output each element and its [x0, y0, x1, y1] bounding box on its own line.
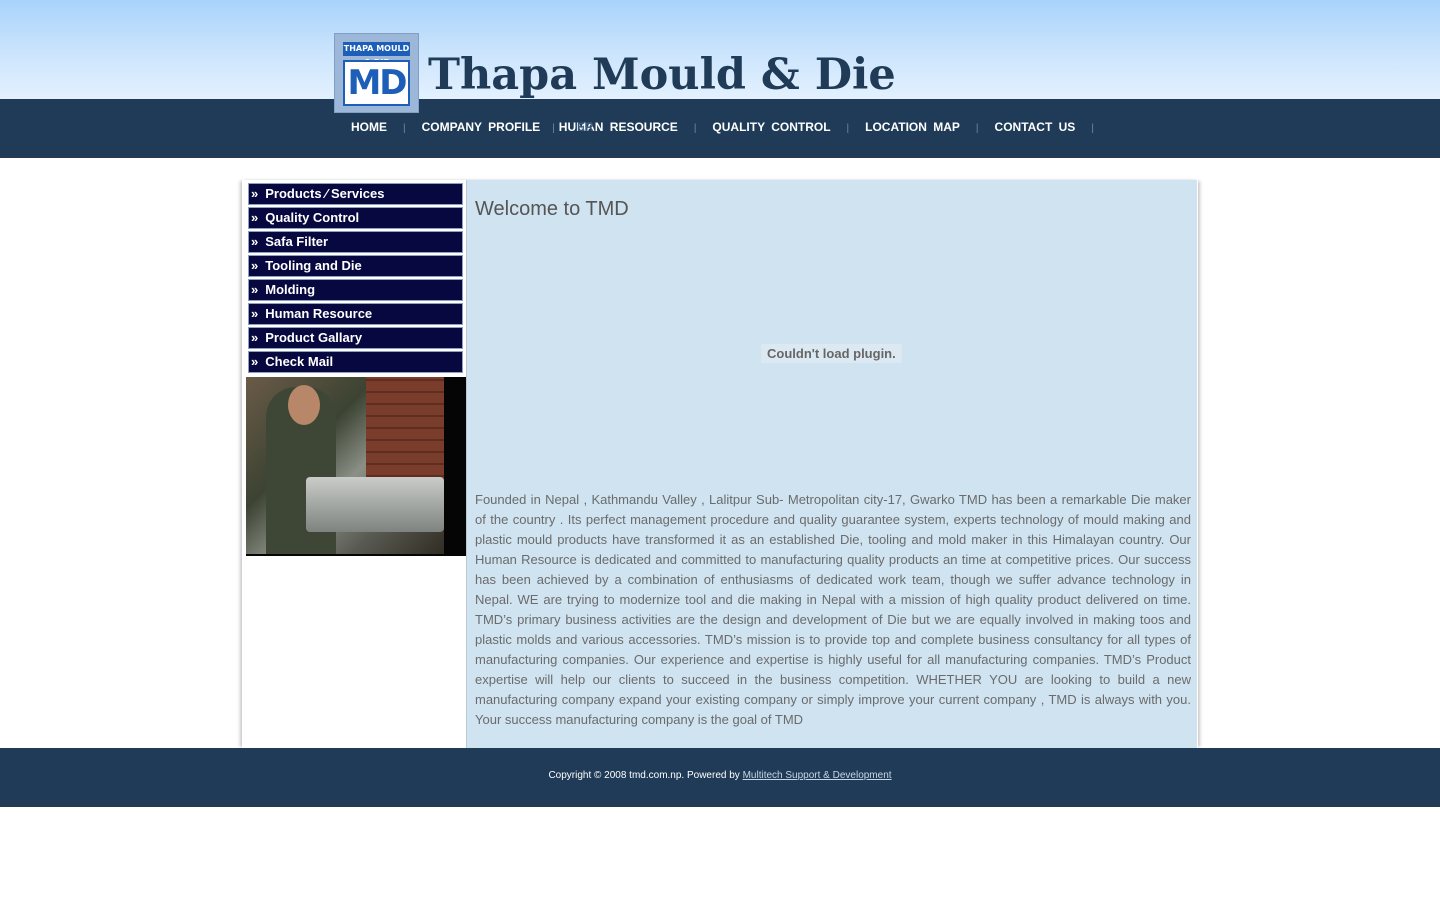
workshop-photo [246, 377, 466, 556]
footer-credit-link[interactable]: Multitech Support & Development [743, 770, 892, 781]
bullet-icon: » [251, 258, 259, 273]
nav-separator: | [552, 123, 555, 134]
nav-separator: | [403, 123, 406, 134]
sidebar-item-label: Tooling and Die [265, 258, 362, 273]
sidebar-item-check-mail[interactable]: » Check Mail [248, 351, 463, 373]
main-content: Welcome to TMD Couldn't load plugin. Fou… [466, 180, 1197, 748]
sidebar-item-molding[interactable]: » Molding [248, 279, 463, 301]
brick-wall [366, 377, 444, 487]
bullet-icon: » [251, 234, 259, 249]
intro-paragraph: Founded in Nepal , Kathmandu Valley , La… [475, 492, 1191, 727]
sidebar-item-products-services[interactable]: » Products ⁄ Services [248, 183, 463, 205]
main-nav: HOME | COMPANY PROFILE | ER HUMAN RESOURCE | QU… [331, 117, 1131, 139]
copyright-text: Copyright © 2008 tmd.com.np. Powered by [548, 770, 743, 781]
page-title: Welcome to TMD [475, 198, 629, 220]
site-title: Thapa Mould & Die [428, 50, 896, 100]
sidebar-item-label: Human Resource [265, 306, 373, 321]
bullet-icon: » [251, 306, 259, 321]
sidebar-item-label: Molding [265, 282, 316, 297]
nav-location-map[interactable]: LOCATION MAP [865, 120, 960, 134]
sidebar-item-tooling-and-die[interactable]: » Tooling and Die [248, 255, 463, 277]
bullet-icon: » [251, 330, 259, 345]
sidebar-item-safa-filter[interactable]: » Safa Filter [248, 231, 463, 253]
bullet-icon: » [251, 282, 259, 297]
site-logo[interactable]: THAPA MOULD & DIE MD [334, 33, 419, 113]
logo-top-text: THAPA MOULD & DIE [343, 42, 410, 67]
sidebar-item-product-gallary[interactable]: » Product Gallary [248, 327, 463, 349]
logo-letters: MD [343, 60, 410, 106]
sidebar-item-human-resource[interactable]: » Human Resource [248, 303, 463, 325]
nav-company-profile[interactable]: COMPANY PROFILE [422, 120, 541, 134]
nav-separator: | [1091, 123, 1094, 134]
nav-contact-us[interactable]: CONTACT US [995, 120, 1076, 134]
bullet-icon: » [251, 186, 259, 201]
plugin-placeholder[interactable]: Couldn't load plugin. [761, 344, 902, 363]
nav-quality-control[interactable]: QUALITY CONTROL [712, 120, 830, 134]
sidebar-item-label: Product Gallary [265, 330, 363, 345]
nav-separator: | [693, 123, 697, 134]
lathe-machine [306, 477, 444, 532]
sidebar-menu: » Products ⁄ Services » Quality Control » S… [246, 183, 466, 375]
machinist-face [288, 385, 320, 425]
sidebar-item-label: Products ⁄ Services [265, 186, 385, 201]
nav-separator: | [975, 123, 979, 134]
sidebar-item-label: Check Mail [265, 354, 334, 369]
machinist-image [246, 377, 444, 554]
bullet-icon: » [251, 354, 259, 369]
sidebar-item-label: Safa Filter [265, 234, 329, 249]
bullet-icon: » [251, 210, 259, 225]
nav-ghost-text: ER [577, 120, 594, 134]
footer: Copyright © 2008 tmd.com.np. Powered by … [0, 748, 1440, 807]
nav-home[interactable]: HOME [351, 120, 387, 134]
sidebar-item-quality-control[interactable]: » Quality Control [248, 207, 463, 229]
nav-separator: | [846, 123, 850, 134]
sidebar-item-label: Quality Control [265, 210, 360, 225]
